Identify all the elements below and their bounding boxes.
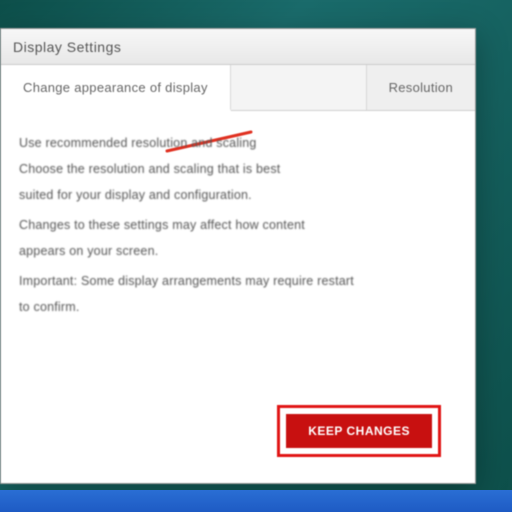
button-label: Keep changes xyxy=(308,424,410,438)
body-line: appears on your screen. xyxy=(19,241,457,261)
tab-appearance[interactable]: Change appearance of display xyxy=(1,65,231,111)
tab-label: Change appearance of display xyxy=(23,80,208,95)
taskbar[interactable] xyxy=(0,490,512,512)
body-line: suited for your display and configuratio… xyxy=(19,185,457,205)
body-line: Use recommended resolution and scaling xyxy=(19,133,457,153)
body-line: to confirm. xyxy=(19,297,457,317)
content-pane: Use recommended resolution and scaling C… xyxy=(1,111,475,483)
tab-bar: Change appearance of display Resolution xyxy=(1,65,475,111)
body-line: Changes to these settings may affect how… xyxy=(19,215,457,235)
body-line: Important: Some display arrangements may… xyxy=(19,271,457,291)
window-title: Display Settings xyxy=(13,39,121,55)
action-highlight-box: Keep changes xyxy=(277,405,441,457)
annotation-rectangle: Keep changes xyxy=(277,405,441,457)
tab-label: Resolution xyxy=(389,80,453,95)
window-titlebar[interactable]: Display Settings xyxy=(1,29,475,65)
settings-window: Display Settings Change appearance of di… xyxy=(0,28,476,484)
keep-changes-button[interactable]: Keep changes xyxy=(286,414,432,448)
body-line: Choose the resolution and scaling that i… xyxy=(19,159,457,179)
tab-resolution[interactable]: Resolution xyxy=(366,65,475,110)
